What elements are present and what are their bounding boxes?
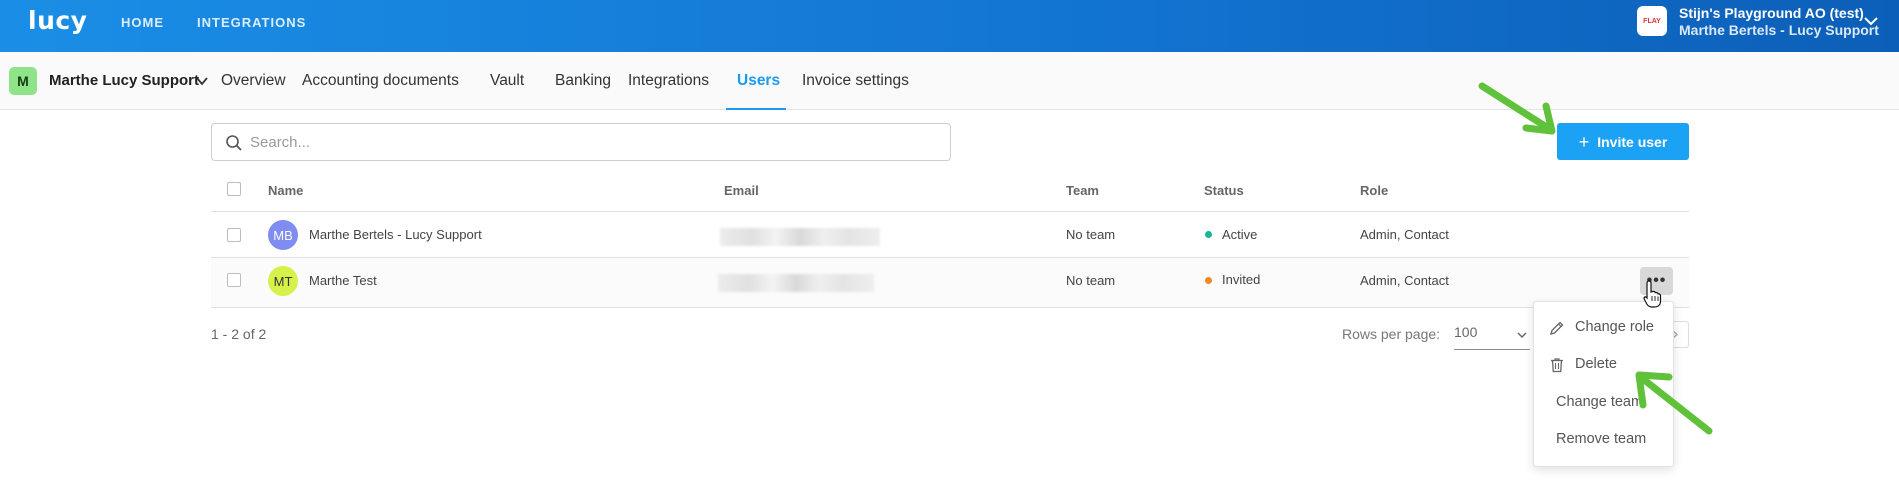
lucy-logo[interactable]: lucy [28,6,87,35]
user-role: Admin, Contact [1360,227,1449,242]
annotation-arrow-icon [1478,82,1556,135]
avatar: MB [268,220,298,250]
column-header-email[interactable]: Email [724,183,759,198]
status-dot [1205,231,1212,238]
top-bar: lucy HOME INTEGRATIONS FLAY Stijn's Play… [0,0,1899,52]
company-nav-bar: M Marthe Lucy Support Overview Accountin… [0,52,1899,110]
divider [211,307,1689,308]
hand-cursor-icon [1643,280,1662,308]
status-badge: Active [1222,227,1258,242]
company-avatar: M [9,67,37,95]
plus-icon: + [1578,131,1590,152]
tab-integrations[interactable]: Integrations [628,72,709,90]
nav-integrations[interactable]: INTEGRATIONS [197,15,306,30]
user-role: Admin, Contact [1360,273,1449,288]
pagination-range: 1 - 2 of 2 [211,326,267,342]
current-user-name[interactable]: Marthe Bertels - Lucy Support [1679,22,1879,38]
status-dot [1205,277,1212,284]
user-team: No team [1066,227,1116,242]
status-badge: Invited [1222,272,1261,287]
menu-item-label: Change role [1575,319,1654,335]
user-team: No team [1066,273,1116,288]
rows-per-page-select[interactable]: 100 [1454,320,1530,350]
search-box[interactable] [211,123,951,161]
search-input[interactable] [250,131,930,153]
user-name: Marthe Test [309,273,377,288]
invite-user-button[interactable]: + Invite user [1557,123,1689,160]
organization-logo: FLAY [1637,6,1667,36]
column-header-role[interactable]: Role [1360,183,1388,198]
active-tab-indicator [726,108,786,110]
annotation-arrow-icon [1635,371,1713,435]
tab-invoice-settings[interactable]: Invoice settings [802,72,909,90]
column-header-name[interactable]: Name [268,183,303,198]
chevron-down-icon[interactable] [195,74,209,88]
chevron-down-icon[interactable] [1862,12,1880,30]
column-header-status[interactable]: Status [1204,183,1244,198]
search-icon [226,135,242,151]
rows-per-page-value: 100 [1454,324,1478,340]
tab-vault[interactable]: Vault [490,72,524,90]
table-row-hover-bg [211,258,1689,307]
redacted-email [718,274,874,292]
tab-banking[interactable]: Banking [555,72,611,90]
company-selector[interactable]: Marthe Lucy Support [49,72,199,89]
invite-user-label: Invite user [1597,133,1668,150]
menu-item-change-role[interactable]: Change role [1534,313,1673,343]
menu-item-label: Delete [1575,356,1617,372]
tab-users[interactable]: Users [737,72,780,90]
tab-accounting-documents[interactable]: Accounting documents [302,72,459,90]
avatar: MT [268,266,298,296]
select-all-checkbox[interactable] [227,182,241,196]
row-checkbox[interactable] [227,228,241,242]
redacted-email [720,228,880,246]
trash-icon [1551,358,1563,373]
pencil-icon [1550,321,1564,335]
divider [211,211,1689,212]
tab-overview[interactable]: Overview [221,72,286,90]
rows-per-page-label: Rows per page: [1342,326,1441,342]
row-checkbox[interactable] [227,273,241,287]
nav-home[interactable]: HOME [121,15,164,30]
chevron-down-icon [1517,332,1527,339]
column-header-team[interactable]: Team [1066,183,1099,198]
user-name: Marthe Bertels - Lucy Support [309,227,482,242]
organization-name[interactable]: Stijn's Playground AO (test) [1679,5,1864,21]
